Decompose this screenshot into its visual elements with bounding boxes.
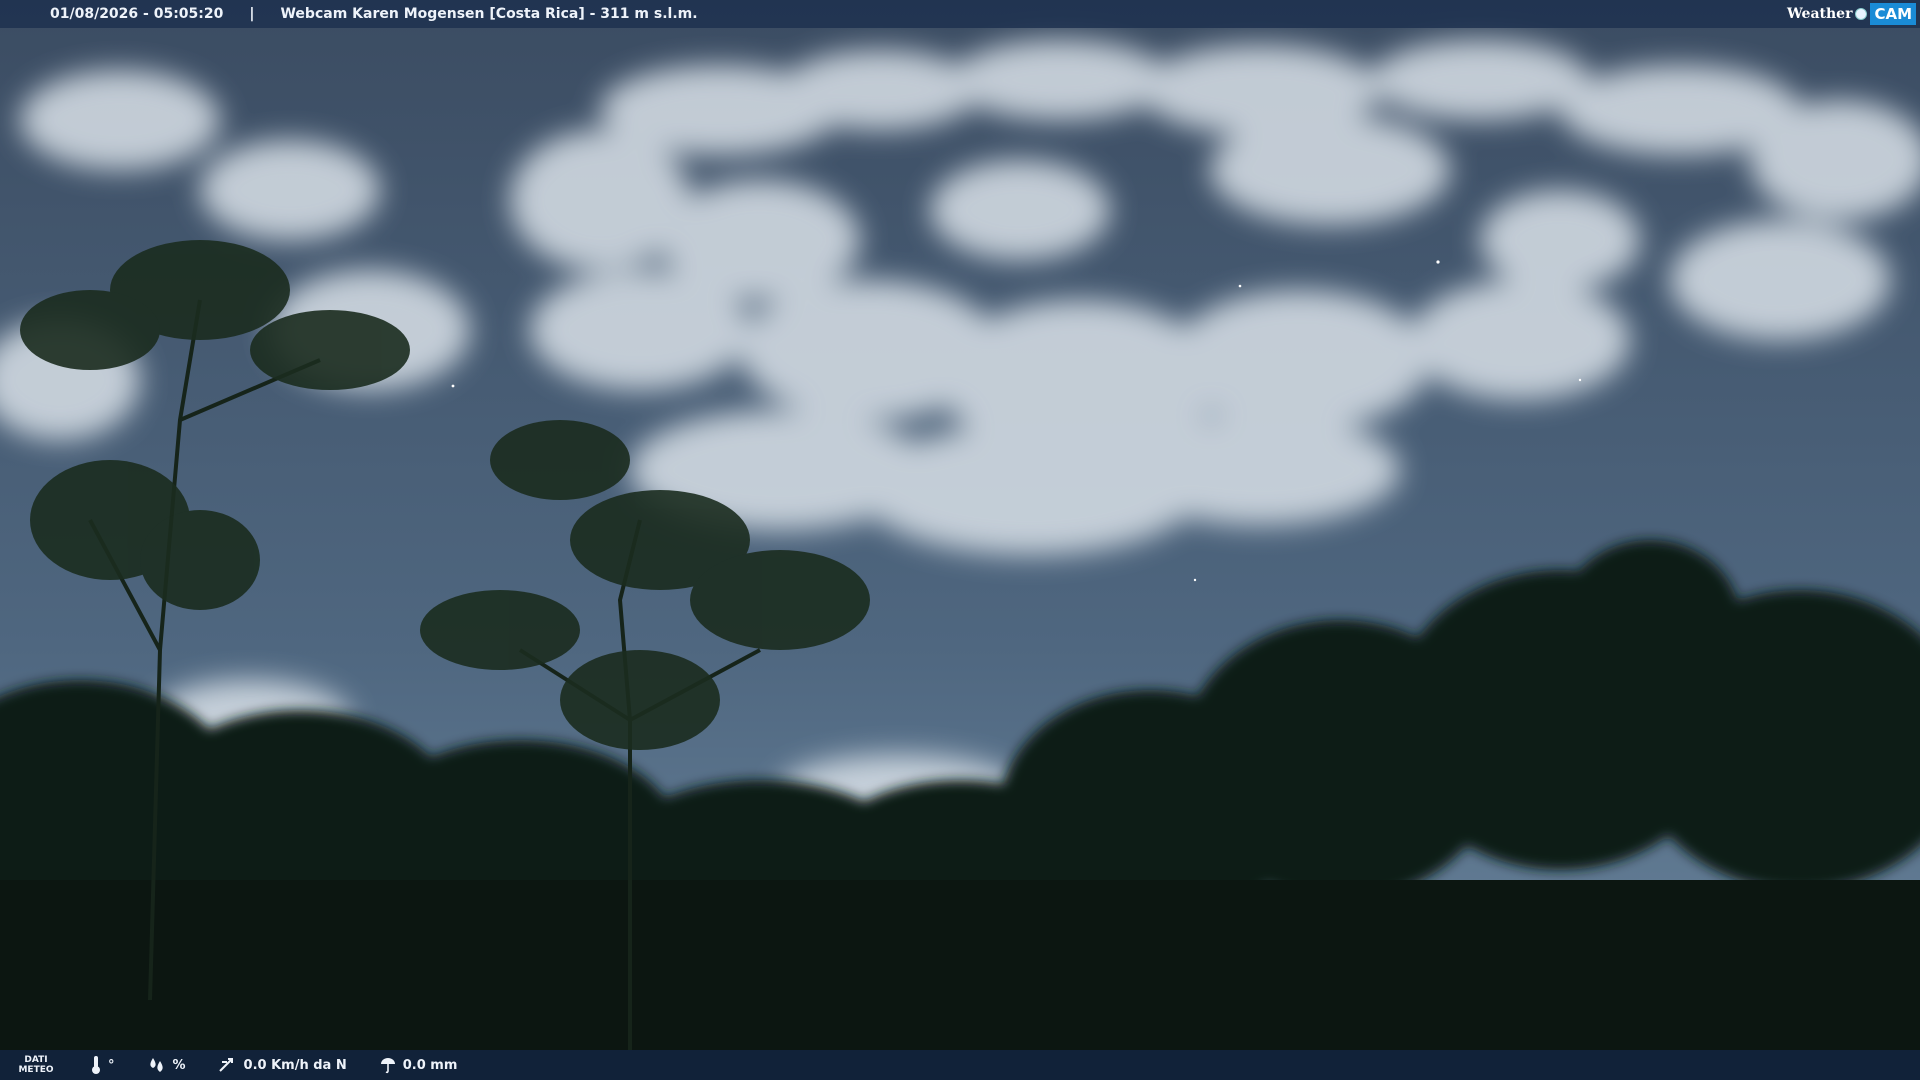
weathercam-logo: Weather CAM	[1787, 0, 1920, 28]
humidity-value: %	[172, 1057, 186, 1073]
dati-line2: METEO	[18, 1065, 54, 1075]
wind-reading: 0.0 Km/h da N	[218, 1056, 347, 1074]
brand-cam-text: CAM	[1870, 3, 1916, 25]
humidity-drops-icon	[149, 1058, 163, 1072]
wind-icon	[218, 1058, 233, 1072]
webcam-image	[0, 0, 1920, 1080]
rain-reading: 0.0 mm	[379, 1056, 458, 1074]
wind-value: 0.0 Km/h da N	[243, 1057, 347, 1073]
header-separator: |	[249, 6, 255, 22]
weather-data-bar: DATI METEO ° % 0.0 Km/h da N 0.0 mm	[0, 1050, 1920, 1080]
dati-line1: DATI	[24, 1055, 48, 1065]
humidity-reading: %	[147, 1056, 186, 1074]
info-header: 01/08/2026 - 05:05:20 | Webcam Karen Mog…	[0, 0, 1920, 28]
rain-value: 0.0 mm	[402, 1057, 458, 1073]
temperature-value: °	[108, 1057, 115, 1073]
dati-meteo-label: DATI METEO	[14, 1055, 58, 1075]
temperature-reading: °	[90, 1055, 115, 1075]
webcam-title: Webcam Karen Mogensen [Costa Rica] - 311…	[280, 6, 698, 22]
timestamp: 01/08/2026 - 05:05:20	[50, 6, 224, 22]
thermometer-icon	[92, 1056, 100, 1074]
brand-weather-text: Weather	[1786, 6, 1853, 22]
brand-dot-icon	[1855, 8, 1868, 20]
rain-icon	[380, 1058, 395, 1074]
